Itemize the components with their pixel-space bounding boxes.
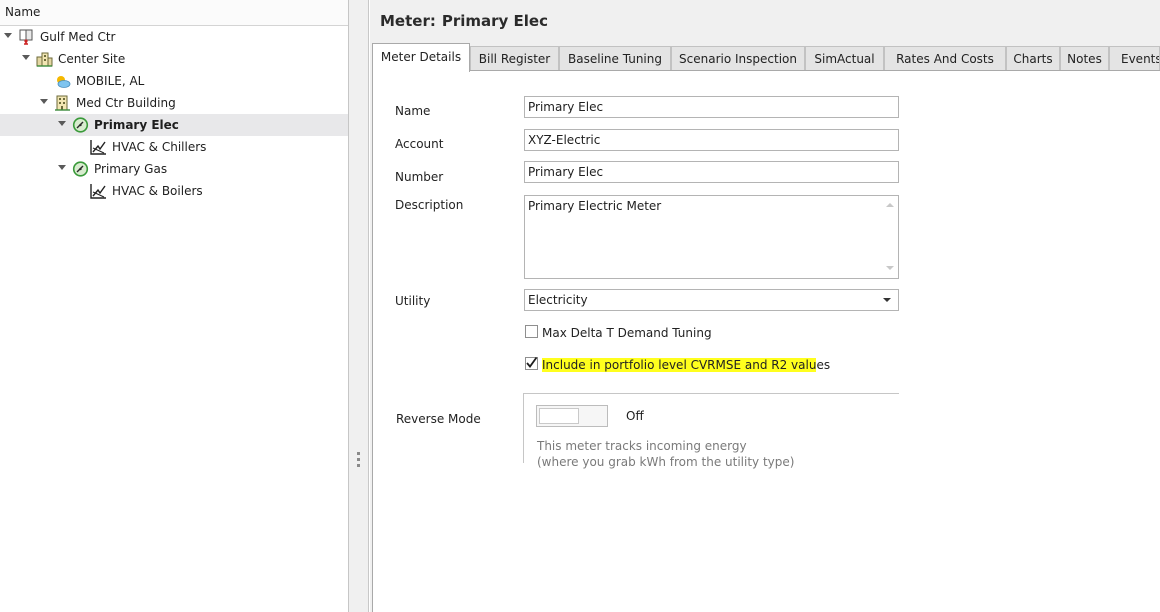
tab-label: Baseline Tuning [568, 52, 662, 66]
tree-column-header[interactable]: Name [0, 0, 348, 26]
page-title-label: Meter: [380, 12, 436, 30]
scroll-up-icon[interactable] [886, 203, 894, 207]
tab-strip: Meter Details Bill Register Baseline Tun… [372, 43, 1160, 72]
tree-node-center-site[interactable]: Center Site [0, 48, 348, 70]
tab-meter-details[interactable]: Meter Details [372, 43, 470, 72]
tab-rates-and-costs[interactable]: Rates And Costs [884, 46, 1006, 71]
include-portfolio-label-highlighted: Include in portfolio level CVRMSE and R2… [542, 358, 817, 372]
tab-label: Events [1121, 52, 1160, 66]
organization-icon [18, 29, 35, 45]
tree-node-primary-gas[interactable]: Primary Gas [0, 158, 348, 180]
description-label: Description [395, 198, 464, 212]
tab-scenario-inspection[interactable]: Scenario Inspection [671, 46, 805, 71]
include-portfolio-checkbox[interactable] [525, 356, 538, 370]
toggle-knob[interactable] [539, 408, 579, 424]
reverse-mode-hint-line2: (where you grab kWh from the utility typ… [537, 455, 795, 469]
description-textarea[interactable]: Primary Electric Meter [524, 195, 899, 279]
expand-arrow-icon[interactable] [22, 55, 30, 60]
expand-arrow-icon[interactable] [40, 99, 48, 104]
utility-label: Utility [395, 294, 431, 308]
tab-label: Scenario Inspection [679, 52, 797, 66]
chart-trend-icon [90, 183, 107, 199]
chart-trend-icon [90, 139, 107, 155]
max-delta-checkbox[interactable] [525, 325, 538, 338]
number-label: Number [395, 170, 444, 184]
tab-label: Charts [1013, 52, 1053, 66]
expand-arrow-icon[interactable] [58, 165, 66, 170]
splitter-grip-dot [357, 464, 360, 467]
tree-node-label: MOBILE, AL [76, 74, 145, 88]
tree-node-label: Med Ctr Building [76, 96, 176, 110]
site-buildings-icon [36, 51, 53, 67]
page-title: Meter: Primary Elec [380, 12, 548, 30]
tree-node-mobile-al[interactable]: MOBILE, AL [0, 70, 348, 92]
tab-label: Rates And Costs [896, 52, 994, 66]
tab-simactual[interactable]: SimActual [805, 46, 884, 71]
tab-events[interactable]: Events [1109, 46, 1160, 71]
page-title-meter-name: Primary Elec [441, 12, 548, 30]
tab-notes[interactable]: Notes [1060, 46, 1109, 71]
reverse-mode-toggle[interactable] [536, 405, 608, 427]
weather-icon [54, 73, 71, 89]
tree-node-label: Primary Gas [94, 162, 168, 176]
tab-label: Meter Details [380, 50, 462, 64]
panel-splitter[interactable] [349, 0, 369, 612]
tab-label: Bill Register [478, 52, 551, 66]
expand-arrow-icon[interactable] [58, 121, 66, 126]
tab-baseline-tuning[interactable]: Baseline Tuning [559, 46, 671, 71]
scroll-down-icon[interactable] [886, 266, 894, 270]
account-input[interactable] [524, 129, 899, 151]
number-input[interactable] [524, 161, 899, 183]
reverse-mode-label: Reverse Mode [396, 412, 481, 426]
account-label: Account [395, 137, 444, 151]
tree-node-label: Gulf Med Ctr [40, 30, 116, 44]
include-portfolio-label-rest: es [816, 358, 831, 372]
chevron-down-icon[interactable] [883, 298, 891, 302]
splitter-grip-dot [357, 452, 360, 455]
tree-node-med-ctr-building[interactable]: Med Ctr Building [0, 92, 348, 114]
reverse-mode-hint-line1: This meter tracks incoming energy [537, 439, 747, 453]
description-scrollbar[interactable] [883, 197, 897, 277]
tree-node-hvac-boilers[interactable]: HVAC & Boilers [0, 180, 348, 202]
name-label: Name [395, 104, 431, 118]
meter-gauge-icon [72, 161, 89, 177]
utility-select[interactable]: Electricity [524, 289, 899, 311]
tree-node-label: Center Site [58, 52, 126, 66]
max-delta-label: Max Delta T Demand Tuning [542, 326, 712, 340]
tree-node-gulf-med-ctr[interactable]: Gulf Med Ctr [0, 26, 348, 48]
expand-arrow-icon[interactable] [4, 33, 12, 38]
navigation-tree: Name Gulf Med Ctr Center Site MOBILE, AL… [0, 0, 349, 612]
reverse-mode-state: Off [626, 409, 644, 423]
meter-gauge-icon [72, 117, 89, 133]
tab-bill-register[interactable]: Bill Register [470, 46, 559, 71]
tree-node-label: HVAC & Boilers [112, 184, 203, 198]
include-portfolio-label: Include in portfolio level CVRMSE and R2… [542, 358, 830, 372]
tab-charts[interactable]: Charts [1006, 46, 1060, 71]
tree-node-label: HVAC & Chillers [112, 140, 207, 154]
tree-node-label: Primary Elec [94, 118, 179, 132]
meter-detail-panel: Meter: Primary Elec Meter Details Bill Re… [370, 0, 1160, 612]
tree-node-hvac-chillers[interactable]: HVAC & Chillers [0, 136, 348, 158]
tree-node-primary-elec[interactable]: Primary Elec [0, 114, 348, 136]
tab-label: SimActual [814, 52, 875, 66]
utility-selected-value: Electricity [528, 293, 588, 307]
splitter-grip-dot [357, 458, 360, 461]
tree-column-header-label: Name [5, 5, 41, 19]
checkmark-icon [526, 356, 538, 368]
meter-details-form: Name Account Number Description Primary … [372, 70, 1160, 612]
building-icon [54, 95, 71, 111]
tab-label: Notes [1067, 52, 1102, 66]
name-input[interactable] [524, 96, 899, 118]
